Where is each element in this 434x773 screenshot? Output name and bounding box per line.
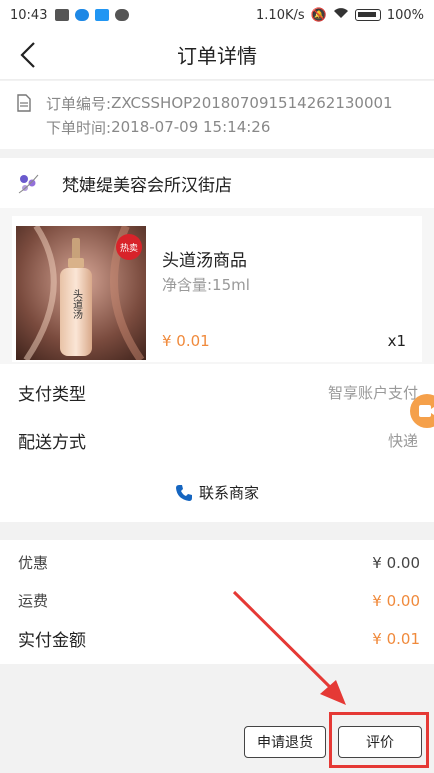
battery-icon <box>354 9 381 21</box>
order-details: 支付类型 智享账户支付 配送方式 快递 联系商家 <box>0 364 434 522</box>
product-name: 头道汤商品 <box>162 251 247 271</box>
app-icon <box>75 9 90 21</box>
payment-type-label: 支付类型 <box>18 385 86 405</box>
order-number: ZXCSSHOP20180709151426213000​1 <box>111 94 393 112</box>
delivery-row: 配送方式 快递 <box>18 428 418 453</box>
discount-row: 优惠 ¥ 0.00 <box>18 552 420 573</box>
order-time-label: 下单时间: <box>46 118 112 137</box>
shipping-label: 运费 <box>18 592 49 610</box>
payment-type-row: 支付类型 智享账户支付 <box>18 380 418 405</box>
price-summary: 优惠 ¥ 0.00 运费 ¥ 0.00 实付金额 ¥ 0.01 <box>0 540 434 664</box>
status-bar: 10:43 1.10K/s 🔕 100% <box>0 0 434 30</box>
mute-icon: 🔕 <box>310 7 327 23</box>
wechat-icon <box>115 9 130 21</box>
page-title: 订单详情 <box>177 44 257 68</box>
phone-icon <box>175 484 192 501</box>
highlight-box <box>329 712 429 768</box>
bottle-label: 头道汤 <box>71 289 83 320</box>
shipping-row: 运费 ¥ 0.00 <box>18 590 420 611</box>
total-row: 实付金额 ¥ 0.01 <box>18 626 420 652</box>
product-image: 头道汤 热卖 <box>16 226 146 360</box>
total-value: ¥ 0.01 <box>372 629 420 648</box>
product-price: ¥ 0.01 <box>162 332 210 350</box>
order-number-row: 订单编号: ZXCSSHOP20180709151426213000​1 <box>16 91 418 115</box>
apply-return-button[interactable]: 申请退货 <box>244 726 326 758</box>
contact-merchant-button[interactable]: 联系商家 <box>0 482 434 503</box>
wifi-icon <box>333 7 349 23</box>
video-icon <box>419 405 434 417</box>
order-time-row: 下单时间: 2018-07-09 15:14:26 <box>16 115 418 139</box>
contact-merchant-label: 联系商家 <box>198 484 259 502</box>
delivery-label: 配送方式 <box>18 433 86 453</box>
nav-bar: 订单详情 <box>0 30 434 80</box>
order-number-label: 订单编号: <box>46 94 112 113</box>
shop-logo-icon <box>18 174 39 194</box>
product-spec: 净含量:15ml <box>162 276 250 294</box>
shop-header[interactable]: 梵婕缇美容会所汉街店 <box>0 158 434 208</box>
chevron-left-icon <box>20 42 35 68</box>
order-time: 2018-07-09 15:14:26 <box>111 118 271 136</box>
shop-name: 梵婕缇美容会所汉街店 <box>62 175 232 196</box>
status-time: 10:43 <box>10 7 48 23</box>
total-label: 实付金额 <box>18 631 86 651</box>
order-info: 订单编号: ZXCSSHOP20180709151426213000​1 下单时… <box>0 81 434 149</box>
video-icon <box>55 9 70 21</box>
hot-badge-label: 热卖 <box>119 243 138 254</box>
back-button[interactable] <box>14 40 44 70</box>
document-icon <box>17 94 31 112</box>
product-section: 头道汤 热卖 头道汤商品 净含量:15ml ¥ 0.01 x1 <box>0 208 434 364</box>
payment-type-value: 智享账户支付 <box>327 384 418 402</box>
floating-video-button[interactable] <box>410 394 434 428</box>
discount-label: 优惠 <box>18 554 49 572</box>
shipping-value: ¥ 0.00 <box>372 591 420 610</box>
discount-value: ¥ 0.00 <box>372 553 420 572</box>
status-right: 1.10K/s 🔕 100% <box>256 7 424 23</box>
taobao-icon <box>95 9 110 21</box>
product-quantity: x1 <box>387 332 406 350</box>
battery-level: 100% <box>386 7 424 23</box>
hot-badge: 热卖 <box>116 234 142 260</box>
network-speed: 1.10K/s <box>256 7 305 23</box>
delivery-value: 快递 <box>387 432 418 450</box>
product-card[interactable]: 头道汤 热卖 头道汤商品 净含量:15ml ¥ 0.01 x1 <box>12 216 422 362</box>
